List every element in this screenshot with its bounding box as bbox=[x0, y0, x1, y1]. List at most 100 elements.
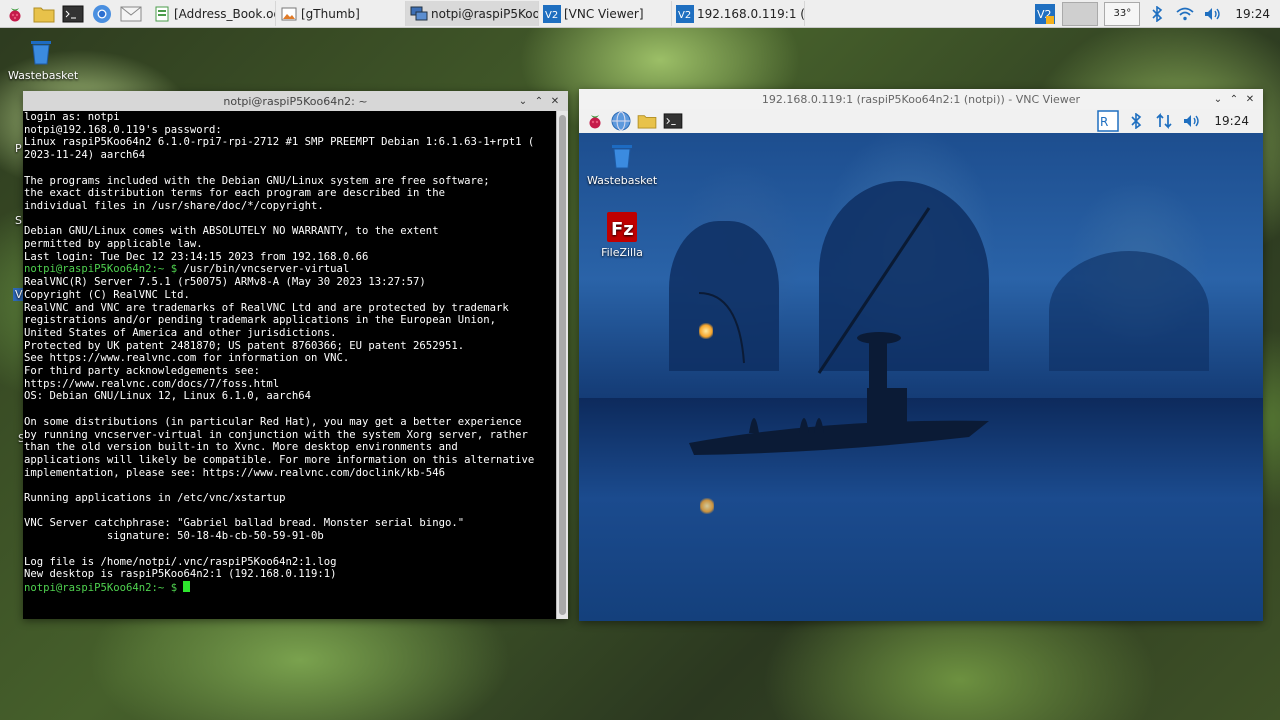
maximize-icon[interactable]: ⌃ bbox=[532, 96, 546, 107]
remote-wastebasket[interactable]: Wastebasket bbox=[587, 139, 657, 187]
remote-tray: R 19:24 bbox=[1094, 109, 1263, 133]
close-icon[interactable]: ✕ bbox=[548, 96, 562, 107]
filezilla-icon: Fz bbox=[607, 212, 637, 242]
chevron-down-icon[interactable]: ⌄ bbox=[1211, 94, 1225, 105]
terminal-output[interactable]: login as: notpi notpi@192.168.0.119's pas… bbox=[23, 111, 557, 619]
terminal-line: applications will likely be compatible. … bbox=[24, 453, 535, 466]
window-controls: ⌄ ⌃ ✕ bbox=[514, 91, 562, 111]
current-prompt-line[interactable]: notpi@raspiP5Koo64n2:~ $ bbox=[24, 580, 557, 595]
terminal-line: On some distributions (in particular Red… bbox=[24, 415, 522, 428]
chevron-down-icon[interactable]: ⌄ bbox=[516, 96, 530, 107]
wifi-icon[interactable] bbox=[1174, 3, 1196, 25]
terminal-line: login as: notpi bbox=[24, 111, 120, 123]
volume-icon[interactable] bbox=[1202, 3, 1224, 25]
bluetooth-icon[interactable] bbox=[1146, 3, 1168, 25]
close-icon[interactable]: ✕ bbox=[1243, 94, 1257, 105]
bluetooth-icon[interactable] bbox=[1125, 110, 1147, 132]
terminal-line: notpi@192.168.0.119's password: bbox=[24, 123, 222, 136]
cpu-temperature[interactable]: 33° bbox=[1104, 1, 1141, 26]
terminal-line: registrations and/or pending trademark a… bbox=[24, 314, 496, 327]
svg-text:V2: V2 bbox=[545, 10, 558, 21]
command-line: notpi@raspiP5Koo64n2:~ $ /usr/bin/vncser… bbox=[24, 263, 557, 276]
vnc-server-tray-icon[interactable]: V2 bbox=[1034, 3, 1056, 25]
network-updown-icon[interactable] bbox=[1153, 110, 1175, 132]
vnc-server-tray-icon[interactable]: R bbox=[1097, 110, 1120, 132]
terminal-line: implementation, please see: https://www.… bbox=[24, 466, 445, 479]
network-terminal-icon bbox=[410, 5, 428, 23]
volume-icon[interactable] bbox=[1181, 110, 1203, 132]
terminal-line: Linux raspiP5Koo64n2 6.1.0-rpi7-rpi-2712… bbox=[24, 136, 535, 149]
terminal-line: RealVNC(R) Server 7.5.1 (r50075) ARMv8-A… bbox=[24, 276, 426, 289]
taskbar-clock[interactable]: 19:24 bbox=[1235, 7, 1270, 21]
file-manager-icon[interactable] bbox=[33, 3, 55, 25]
terminal-line: RealVNC and VNC are trademarks of RealVN… bbox=[24, 301, 509, 314]
wastebasket-icon bbox=[612, 145, 632, 169]
terminal-line: United States of America and other juris… bbox=[24, 326, 337, 339]
task-label: 192.168.0.119:1 (ras... bbox=[697, 6, 805, 21]
wallpaper-fisherman bbox=[689, 207, 989, 455]
svg-text:R: R bbox=[1100, 115, 1108, 129]
file-manager-icon[interactable] bbox=[637, 111, 657, 131]
system-tray: V2 33° 19:24 bbox=[1031, 0, 1280, 27]
terminal-line: VNC Server catchphrase: "Gabriel ballad … bbox=[24, 517, 465, 530]
task-gthumb[interactable]: [gThumb] bbox=[276, 1, 406, 26]
task-vnc-viewer[interactable]: V2 [VNC Viewer] bbox=[539, 1, 672, 26]
remote-clock[interactable]: 19:24 bbox=[1214, 114, 1249, 128]
terminal-titlebar[interactable]: notpi@raspiP5Koo64n2: ~ ⌄ ⌃ ✕ bbox=[23, 91, 568, 112]
terminal-line: permitted by applicable law. bbox=[24, 238, 203, 250]
filezilla-label: FileZilla bbox=[601, 246, 643, 259]
task-label: [VNC Viewer] bbox=[564, 6, 644, 21]
terminal-icon[interactable] bbox=[62, 3, 84, 25]
vnc-title: 192.168.0.119:1 (raspiP5Koo64n2:1 (notpi… bbox=[761, 92, 1081, 106]
task-label: notpi@raspiP5Koo6... bbox=[431, 6, 538, 21]
vnc-logo-icon: V2 bbox=[543, 4, 561, 23]
raspberry-menu-icon[interactable] bbox=[585, 111, 605, 131]
mail-icon[interactable] bbox=[120, 3, 142, 25]
terminal-line: https://www.realvnc.com/docs/7/foss.html bbox=[24, 377, 280, 390]
remote-taskbar: R 19:24 bbox=[579, 109, 1263, 134]
terminal-line: the exact distribution terms for each pr… bbox=[24, 187, 445, 200]
terminal-lines: login as: notpi notpi@192.168.0.119's pas… bbox=[24, 111, 557, 263]
terminal-line: For third party acknowledgements see: bbox=[24, 365, 260, 378]
gthumb-icon bbox=[280, 5, 298, 23]
terminal-line: Copyright (C) RealVNC Ltd. bbox=[24, 288, 190, 301]
terminal-title: notpi@raspiP5Koo64n2: ~ bbox=[223, 94, 368, 108]
desktop-wastebasket[interactable]: Wastebasket bbox=[8, 36, 79, 82]
launcher-group bbox=[0, 0, 149, 27]
terminal-line: individual files in /usr/share/doc/*/cop… bbox=[24, 199, 324, 212]
desktop-partial-label: P bbox=[15, 142, 22, 155]
taskbar: [Address_Book.ods - ... [gThumb] notpi@r… bbox=[0, 0, 1280, 28]
raspberry-menu-icon[interactable] bbox=[4, 3, 26, 25]
remote-filezilla[interactable]: Fz FileZilla bbox=[599, 211, 645, 259]
wallpaper-mountain bbox=[1049, 251, 1209, 371]
terminal-window[interactable]: notpi@raspiP5Koo64n2: ~ ⌄ ⌃ ✕ login as: … bbox=[23, 91, 568, 619]
vnc-titlebar[interactable]: 192.168.0.119:1 (raspiP5Koo64n2:1 (notpi… bbox=[579, 89, 1263, 110]
task-vnc-session[interactable]: V2 192.168.0.119:1 (ras... bbox=[672, 1, 805, 26]
terminal-line: Protected by UK patent 2481870; US paten… bbox=[24, 339, 465, 352]
web-browser-icon[interactable] bbox=[611, 111, 631, 131]
terminal-line: OS: Debian GNU/Linux 12, Linux 6.1.0, aa… bbox=[24, 390, 312, 403]
task-label: [Address_Book.ods - ... bbox=[174, 6, 275, 21]
wastebasket-label: Wastebasket bbox=[8, 69, 79, 82]
remote-desktop[interactable]: Wastebasket Fz FileZilla bbox=[579, 133, 1263, 621]
cpu-usage-monitor[interactable] bbox=[1062, 1, 1099, 26]
terminal-line: Last login: Tue Dec 12 23:14:15 2023 fro… bbox=[24, 250, 369, 263]
vnc-viewer-window[interactable]: 192.168.0.119:1 (raspiP5Koo64n2:1 (notpi… bbox=[579, 89, 1263, 621]
task-terminal-ssh[interactable]: notpi@raspiP5Koo6... bbox=[406, 1, 539, 26]
scrollbar-thumb[interactable] bbox=[559, 115, 566, 615]
chromium-icon[interactable] bbox=[91, 3, 113, 25]
lantern-light bbox=[699, 323, 713, 339]
maximize-icon[interactable]: ⌃ bbox=[1227, 94, 1241, 105]
task-label: [gThumb] bbox=[301, 6, 360, 21]
terminal-scrollbar[interactable] bbox=[556, 111, 568, 619]
terminal-line: Running applications in /etc/vnc/xstartu… bbox=[24, 492, 286, 505]
wastebasket-label: Wastebasket bbox=[587, 174, 658, 187]
terminal-icon[interactable] bbox=[663, 111, 683, 131]
terminal-line: Debian GNU/Linux comes with ABSOLUTELY N… bbox=[24, 225, 439, 238]
command-output: RealVNC(R) Server 7.5.1 (r50075) ARMv8-A… bbox=[24, 276, 557, 581]
task-address-book[interactable]: [Address_Book.ods - ... bbox=[149, 1, 276, 26]
